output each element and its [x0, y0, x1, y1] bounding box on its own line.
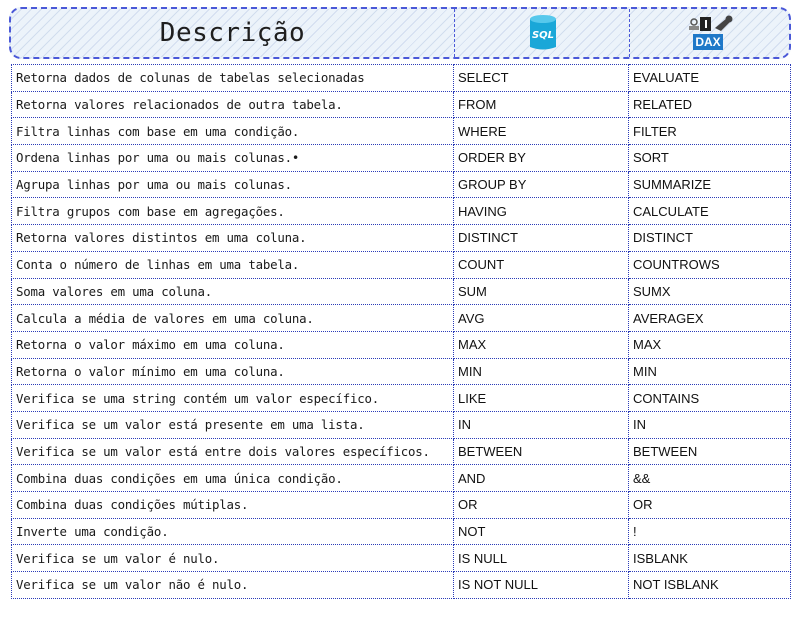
table-row: Verifica se um valor é nulo. IS NULL ISBLA… — [11, 544, 791, 573]
description-cell: Retorna valores relacionados de outra ta… — [11, 90, 454, 119]
description-cell: Inverte uma condição. — [11, 517, 454, 546]
dax-function-cell: OR — [628, 491, 791, 519]
table-row: Combina duas condições mútiplas. OR OR — [11, 491, 791, 519]
sql-command-cell: IN — [453, 410, 629, 439]
header-title: Descrição — [159, 18, 306, 48]
table-row: Combina duas condições em uma única cond… — [11, 464, 791, 492]
sql-command-cell: LIKE — [453, 384, 629, 412]
dax-function-cell: FILTER — [628, 117, 791, 146]
table-row: Ordena linhas por uma ou mais colunas.• O… — [11, 144, 791, 172]
dax-function-cell: SUMX — [628, 277, 791, 306]
dax-function-cell: ! — [628, 517, 791, 546]
table-row: Soma valores em uma coluna. SUM SUMX — [11, 277, 791, 306]
table-row: Calcula a média de valores em uma coluna… — [11, 304, 791, 332]
table-row: Retorna o valor máximo em uma coluna. MAX… — [11, 330, 791, 359]
description-cell: Retorna o valor máximo em uma coluna. — [11, 330, 454, 359]
dax-wrench-icon: DAX — [689, 15, 733, 50]
description-cell: Filtra grupos com base em agregações. — [11, 197, 454, 226]
sql-command-cell: NOT — [453, 517, 629, 546]
dax-function-cell: SORT — [628, 144, 791, 172]
description-cell: Retorna valores distintos em uma coluna. — [11, 224, 454, 252]
table-row: Verifica se uma string contém um valor e… — [11, 384, 791, 412]
sql-command-cell: AND — [453, 464, 629, 492]
dax-function-cell: DISTINCT — [628, 224, 791, 252]
dax-function-cell: BETWEEN — [628, 437, 791, 466]
table-row: Retorna o valor mínimo em uma coluna. MIN… — [11, 357, 791, 386]
sql-command-cell: FROM — [453, 90, 629, 119]
description-cell: Agrupa linhas por uma ou mais colunas. — [11, 170, 454, 199]
description-cell: Combina duas condições em uma única cond… — [11, 464, 454, 492]
description-cell: Ordena linhas por uma ou mais colunas.• — [11, 144, 454, 172]
table-row: Conta o número de linhas em uma tabela. C… — [11, 250, 791, 279]
table-row: Verifica se um valor está presente em um… — [11, 410, 791, 439]
dax-function-cell: NOT ISBLANK — [628, 571, 791, 599]
description-cell: Retorna o valor mínimo em uma coluna. — [11, 357, 454, 386]
table-row: Filtra grupos com base em agregações. HAV… — [11, 197, 791, 226]
dax-logo-text: DAX — [695, 35, 720, 49]
table-row: Filtra linhas com base em uma condição. W… — [11, 117, 791, 146]
sql-command-cell: COUNT — [453, 250, 629, 279]
sql-command-cell: WHERE — [453, 117, 629, 146]
sql-command-cell: ORDER BY — [453, 144, 629, 172]
sql-command-cell: AVG — [453, 304, 629, 332]
header-sql-cell: SQL — [454, 9, 630, 57]
dax-function-cell: SUMMARIZE — [628, 170, 791, 199]
table-row: Retorna valores relacionados de outra ta… — [11, 90, 791, 119]
dax-function-cell: CALCULATE — [628, 197, 791, 226]
table-row: Retorna dados de colunas de tabelas sele… — [11, 64, 791, 92]
dax-function-cell: EVALUATE — [628, 64, 791, 92]
description-cell: Combina duas condições mútiplas. — [11, 491, 454, 519]
sql-command-cell: IS NOT NULL — [453, 571, 629, 599]
description-cell: Calcula a média de valores em uma coluna… — [11, 304, 454, 332]
description-cell: Verifica se um valor está entre dois val… — [11, 437, 454, 466]
description-cell: Verifica se um valor não é nulo. — [11, 571, 454, 599]
table-row: Verifica se um valor está entre dois val… — [11, 437, 791, 466]
table-row: Retorna valores distintos em uma coluna.… — [11, 224, 791, 252]
sql-logo-text: SQL — [531, 30, 553, 41]
description-cell: Conta o número de linhas em uma tabela. — [11, 250, 454, 279]
dax-function-cell: AVERAGEX — [628, 304, 791, 332]
dax-function-cell: ISBLANK — [628, 544, 791, 573]
sql-command-cell: GROUP BY — [453, 170, 629, 199]
description-cell: Verifica se uma string contém um valor e… — [11, 384, 454, 412]
sql-command-cell: IS NULL — [453, 544, 629, 573]
sql-command-cell: MAX — [453, 330, 629, 359]
description-cell: Verifica se um valor é nulo. — [11, 544, 454, 573]
header-description-cell: Descrição — [11, 9, 454, 57]
sql-command-cell: MIN — [453, 357, 629, 386]
dax-function-cell: CONTAINS — [628, 384, 791, 412]
dax-function-cell: MAX — [628, 330, 791, 359]
sql-database-icon: SQL — [529, 15, 556, 50]
table-row: Verifica se um valor não é nulo. IS NOT N… — [11, 571, 791, 599]
sql-command-cell: SELECT — [453, 64, 629, 92]
dax-function-cell: && — [628, 464, 791, 492]
description-cell: Filtra linhas com base em uma condição. — [11, 117, 454, 146]
dax-function-cell: IN — [628, 410, 791, 439]
header-dax-cell: DAX — [629, 9, 789, 57]
sql-command-cell: OR — [453, 491, 629, 519]
table-row: Agrupa linhas por uma ou mais colunas. GR… — [11, 170, 791, 199]
sql-command-cell: HAVING — [453, 197, 629, 226]
dax-function-cell: RELATED — [628, 90, 791, 119]
sql-command-cell: DISTINCT — [453, 224, 629, 252]
description-cell: Verifica se um valor está presente em um… — [11, 410, 454, 439]
dax-function-cell: COUNTROWS — [628, 250, 791, 279]
sql-command-cell: BETWEEN — [453, 437, 629, 466]
table-row: Inverte uma condição. NOT! — [11, 517, 791, 546]
dax-function-cell: MIN — [628, 357, 791, 386]
sql-command-cell: SUM — [453, 277, 629, 306]
comparison-table: Retorna dados de colunas de tabelas sele… — [11, 64, 791, 599]
table-header: Descrição SQL DAX — [9, 7, 791, 59]
description-cell: Soma valores em uma coluna. — [11, 277, 454, 306]
description-cell: Retorna dados de colunas de tabelas sele… — [11, 64, 454, 92]
